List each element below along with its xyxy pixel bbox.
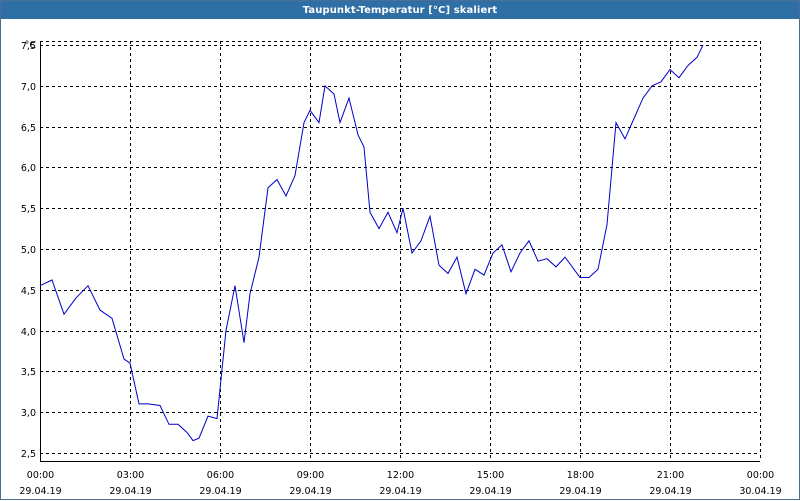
x-tick-date: 29.04.19 [559,486,601,497]
x-tick-date: 29.04.19 [19,486,61,497]
chart-window: Taupunkt-Temperatur [°C] skaliert °C 2,5… [0,0,800,500]
x-tick-time: 21:00 [657,470,684,481]
x-tick-date: 29.04.19 [649,486,691,497]
x-tick-time: 09:00 [297,470,324,481]
x-tick-time: 00:00 [27,470,54,481]
x-tick-time: 12:00 [387,470,414,481]
x-tick-date: 30.04.19 [739,486,781,497]
y-tick-label: 3,0 [21,408,36,419]
y-tick-label: 7,0 [21,82,36,93]
x-tick-date: 29.04.19 [469,486,511,497]
x-tick-date: 29.04.19 [109,486,151,497]
chart-grid [40,41,761,461]
x-tick-time: 06:00 [207,470,234,481]
x-tick-date: 29.04.19 [379,486,421,497]
y-tick-label: 7,5 [21,41,36,52]
y-tick-label: 4,0 [21,327,36,338]
x-tick-date: 29.04.19 [199,486,241,497]
chart-canvas: °C 2,53,03,54,04,55,05,56,06,57,07,5 00:… [19,40,781,497]
x-tick-time: 00:00 [747,470,774,481]
y-tick-label: 5,5 [21,204,36,215]
x-tick-time: 18:00 [567,470,594,481]
y-tick-label: 3,5 [21,367,36,378]
x-tick-labels: 00:00 29.04.19 03:00 29.04.19 06:00 29.04.19 0… [19,470,781,497]
x-tick-date: 29.04.19 [289,486,331,497]
y-tick-label: 6,0 [21,163,36,174]
y-tick-label: 4,5 [21,286,36,297]
y-tick-label: 6,5 [21,123,36,134]
y-tick-label: 2,5 [21,449,36,460]
y-tick-label: 5,0 [21,245,36,256]
x-tick-time: 03:00 [117,470,144,481]
y-tick-labels: 2,5 3,0 3,5 4,0 4,5 5,0 5,5 6,0 6,5 7,0 7,5 [21,41,36,460]
x-tick-time: 15:00 [477,470,504,481]
dewpoint-series-line [39,44,704,442]
